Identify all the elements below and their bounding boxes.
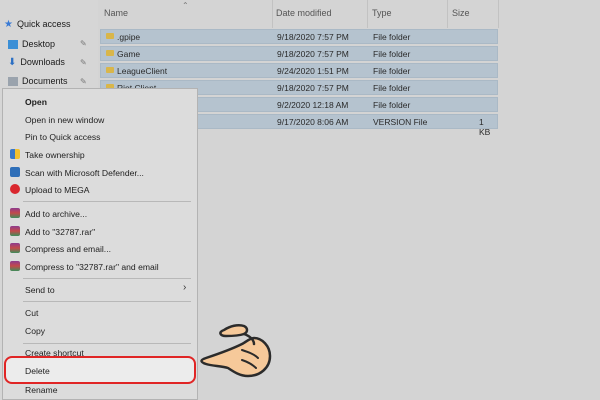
file-type: File folder (373, 49, 411, 59)
menu-copy[interactable]: Copy (25, 326, 45, 336)
desktop-icon (8, 39, 18, 49)
file-name: LeagueClient (117, 66, 168, 76)
file-type: File folder (373, 83, 411, 93)
nav-quick-access[interactable]: ★ Quick access (4, 16, 71, 32)
folder-icon (106, 50, 114, 56)
pin-icon: ✎ (80, 39, 87, 48)
menu-cut[interactable]: Cut (25, 308, 38, 318)
star-icon: ★ (4, 18, 13, 30)
context-menu: Open Open in new window Pin to Quick acc… (2, 88, 198, 400)
menu-compress-email[interactable]: Compress and email... (25, 244, 111, 254)
folder-icon (106, 67, 114, 73)
pointing-hand-icon (200, 323, 272, 378)
documents-icon (8, 76, 18, 86)
table-row[interactable]: .gpipe 9/18/2020 7:57 PM File folder (100, 29, 498, 44)
menu-divider (23, 201, 191, 202)
folder-icon (106, 33, 114, 39)
nav-documents[interactable]: Documents (8, 73, 68, 89)
menu-divider (23, 278, 191, 279)
nav-label: Desktop (22, 39, 56, 49)
file-type: File folder (373, 32, 411, 42)
menu-upload-mega[interactable]: Upload to MEGA (25, 185, 89, 195)
menu-pin-quick-access[interactable]: Pin to Quick access (25, 132, 100, 142)
winrar-icon (10, 243, 20, 253)
nav-label: Quick access (16, 19, 71, 29)
menu-rename[interactable]: Rename (25, 385, 57, 395)
file-type: File folder (373, 66, 411, 76)
menu-compress-rar-email[interactable]: Compress to "32787.rar" and email (25, 262, 159, 272)
file-date: 9/18/2020 7:57 PM (277, 49, 349, 59)
mega-icon (10, 184, 20, 194)
file-date: 9/2/2020 12:18 AM (277, 100, 349, 110)
file-name: Game (117, 49, 141, 59)
column-name[interactable]: Name (104, 8, 128, 18)
pin-icon: ✎ (80, 58, 87, 67)
nav-label: Documents (22, 76, 68, 86)
download-icon: ⬇ (8, 56, 17, 68)
menu-divider (23, 343, 191, 344)
winrar-icon (10, 261, 20, 271)
file-date: 9/18/2020 7:57 PM (277, 32, 349, 42)
menu-add-archive[interactable]: Add to archive... (25, 209, 87, 219)
column-size[interactable]: Size (452, 8, 470, 18)
defender-icon (10, 167, 20, 177)
menu-divider (23, 301, 191, 302)
file-date: 9/24/2020 1:51 PM (277, 66, 349, 76)
file-date: 9/17/2020 8:06 AM (277, 117, 349, 127)
winrar-icon (10, 226, 20, 236)
chevron-right-icon: › (183, 282, 187, 293)
table-row[interactable]: Game 9/18/2020 7:57 PM File folder (100, 46, 498, 61)
menu-take-ownership[interactable]: Take ownership (25, 150, 85, 160)
pin-icon: ✎ (80, 77, 87, 86)
file-type: VERSION File (373, 117, 428, 127)
menu-open[interactable]: Open (25, 97, 47, 107)
nav-label: Downloads (20, 57, 65, 67)
sort-up-icon: ⌃ (182, 1, 189, 10)
menu-send-to[interactable]: Send to (25, 285, 55, 295)
column-date[interactable]: Date modified (276, 8, 332, 18)
nav-downloads[interactable]: ⬇ Downloads (8, 54, 65, 70)
menu-add-rar[interactable]: Add to "32787.rar" (25, 227, 95, 237)
menu-scan-defender[interactable]: Scan with Microsoft Defender... (25, 168, 144, 178)
file-type: File folder (373, 100, 411, 110)
file-date: 9/18/2020 7:57 PM (277, 83, 349, 93)
delete-highlight[interactable]: Delete (4, 356, 196, 384)
table-row[interactable]: LeagueClient 9/24/2020 1:51 PM File fold… (100, 63, 498, 78)
file-size: 1 KB (479, 117, 491, 137)
shield-icon (10, 149, 20, 159)
winrar-icon (10, 208, 20, 218)
file-name: .gpipe (117, 32, 141, 42)
menu-open-new-window[interactable]: Open in new window (25, 115, 104, 125)
menu-delete[interactable]: Delete (25, 366, 50, 376)
nav-desktop[interactable]: Desktop (8, 36, 55, 52)
column-type[interactable]: Type (372, 8, 392, 18)
